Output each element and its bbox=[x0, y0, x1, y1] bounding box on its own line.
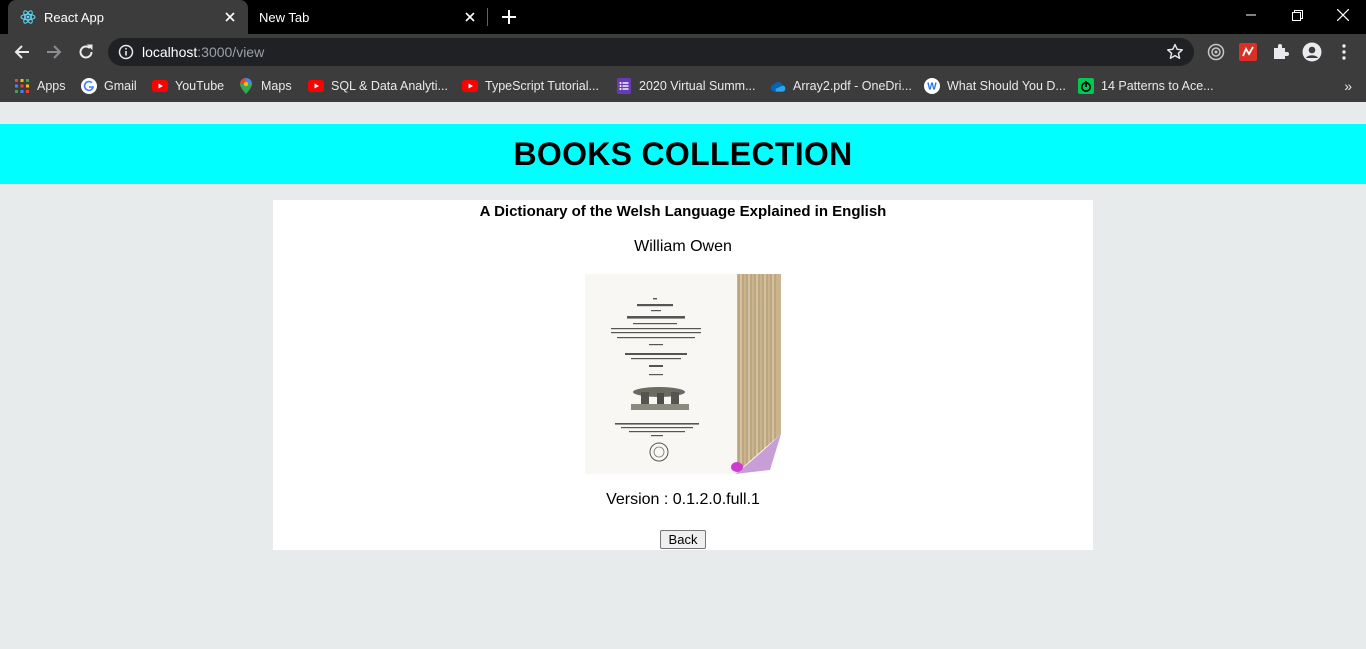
bookmark-maps[interactable]: Maps bbox=[238, 75, 292, 97]
bookmarks-bar: Apps Gmail YouTube Maps SQL & Data Analy… bbox=[0, 70, 1366, 102]
reload-button[interactable] bbox=[72, 38, 100, 66]
back-nav-button[interactable] bbox=[8, 38, 36, 66]
plus-icon bbox=[502, 10, 516, 24]
new-tab-button[interactable] bbox=[497, 5, 521, 29]
bookmark-gmail[interactable]: Gmail bbox=[81, 75, 137, 97]
info-icon[interactable] bbox=[118, 44, 134, 60]
close-icon bbox=[1337, 9, 1349, 21]
version-text: Version : 0.1.2.0.full.1 bbox=[606, 491, 760, 508]
target-extension-icon[interactable] bbox=[1206, 42, 1226, 62]
restore-button[interactable] bbox=[1274, 0, 1320, 30]
bookmark-label: 14 Patterns to Ace... bbox=[1101, 79, 1214, 93]
bookmark-youtube[interactable]: YouTube bbox=[152, 75, 224, 97]
address-bar[interactable]: localhost:3000/view bbox=[108, 38, 1194, 66]
bookmark-label: Gmail bbox=[104, 79, 137, 93]
page-viewport: BOOKS COLLECTION A Dictionary of the Wel… bbox=[0, 102, 1366, 649]
header-banner: BOOKS COLLECTION bbox=[0, 124, 1366, 184]
arrow-right-icon bbox=[47, 45, 62, 59]
bookmark-label: Array2.pdf - OneDri... bbox=[793, 79, 912, 93]
google-icon bbox=[81, 78, 97, 94]
svg-text:W: W bbox=[927, 82, 937, 93]
close-window-button[interactable] bbox=[1320, 0, 1366, 30]
bookmark-array2-pdf[interactable]: Array2.pdf - OneDri... bbox=[770, 75, 912, 97]
bookmark-label: YouTube bbox=[175, 79, 225, 93]
bookmark-label: SQL & Data Analyti... bbox=[331, 79, 448, 93]
close-tab-icon[interactable] bbox=[220, 7, 240, 27]
page-title: BOOKS COLLECTION bbox=[513, 135, 853, 172]
bookmark-star-icon[interactable] bbox=[1166, 43, 1184, 61]
url-text[interactable]: localhost:3000/view bbox=[142, 44, 264, 60]
browser-titlebar: React App New Tab bbox=[0, 0, 1366, 34]
forward-nav-button[interactable] bbox=[40, 38, 68, 66]
green-power-icon bbox=[1078, 78, 1094, 94]
youtube-icon bbox=[152, 78, 168, 94]
bookmark-label: 2020 Virtual Summ... bbox=[639, 79, 756, 93]
minimize-icon bbox=[1246, 14, 1256, 16]
bookmark-label: Apps bbox=[37, 79, 66, 93]
youtube-icon bbox=[462, 78, 478, 94]
extensions-puzzle-icon[interactable] bbox=[1270, 42, 1290, 62]
bookmark-sql-data-analytics[interactable]: SQL & Data Analyti... bbox=[308, 75, 448, 97]
tab-label: React App bbox=[44, 9, 104, 25]
react-icon bbox=[20, 9, 36, 25]
bookmark-label: TypeScript Tutorial... bbox=[485, 79, 599, 93]
more-bookmarks-icon[interactable]: » bbox=[1344, 78, 1352, 94]
book-cover-image bbox=[585, 274, 781, 474]
bookmark-what-should-you-do[interactable]: W What Should You D... bbox=[924, 75, 1066, 97]
tab-new-tab[interactable]: New Tab bbox=[248, 0, 488, 34]
book-author: William Owen bbox=[634, 238, 732, 255]
close-tab-icon[interactable] bbox=[460, 7, 480, 27]
browser-toolbar: localhost:3000/view bbox=[0, 34, 1366, 70]
bookmark-apps[interactable]: Apps bbox=[14, 75, 66, 97]
arrow-left-icon bbox=[14, 45, 29, 59]
apps-grid-icon bbox=[14, 78, 30, 94]
minimize-button[interactable] bbox=[1228, 0, 1274, 30]
maps-pin-icon bbox=[238, 78, 254, 94]
bookmark-virtual-summit[interactable]: 2020 Virtual Summ... bbox=[616, 75, 756, 97]
bookmark-label: What Should You D... bbox=[947, 79, 1066, 93]
bookmark-label: Maps bbox=[261, 79, 292, 93]
menu-kebab-icon[interactable] bbox=[1334, 42, 1354, 62]
back-button[interactable]: Back bbox=[660, 530, 706, 549]
profile-avatar-icon[interactable] bbox=[1302, 42, 1322, 62]
tab-label: New Tab bbox=[259, 9, 310, 25]
youtube-icon bbox=[308, 78, 324, 94]
w-circle-icon: W bbox=[924, 78, 940, 94]
tab-react-app[interactable]: React App bbox=[8, 0, 248, 34]
book-title: A Dictionary of the Welsh Language Expla… bbox=[479, 203, 887, 220]
red-extension-icon[interactable] bbox=[1238, 42, 1258, 62]
reload-icon bbox=[79, 44, 93, 59]
book-card: A Dictionary of the Welsh Language Expla… bbox=[273, 200, 1093, 550]
onedrive-icon bbox=[770, 78, 786, 94]
restore-icon bbox=[1291, 9, 1303, 21]
forms-icon bbox=[616, 78, 632, 94]
bookmark-typescript-tutorial[interactable]: TypeScript Tutorial... bbox=[462, 75, 599, 97]
bookmark-14-patterns[interactable]: 14 Patterns to Ace... bbox=[1078, 75, 1214, 97]
tab-divider bbox=[487, 8, 488, 26]
